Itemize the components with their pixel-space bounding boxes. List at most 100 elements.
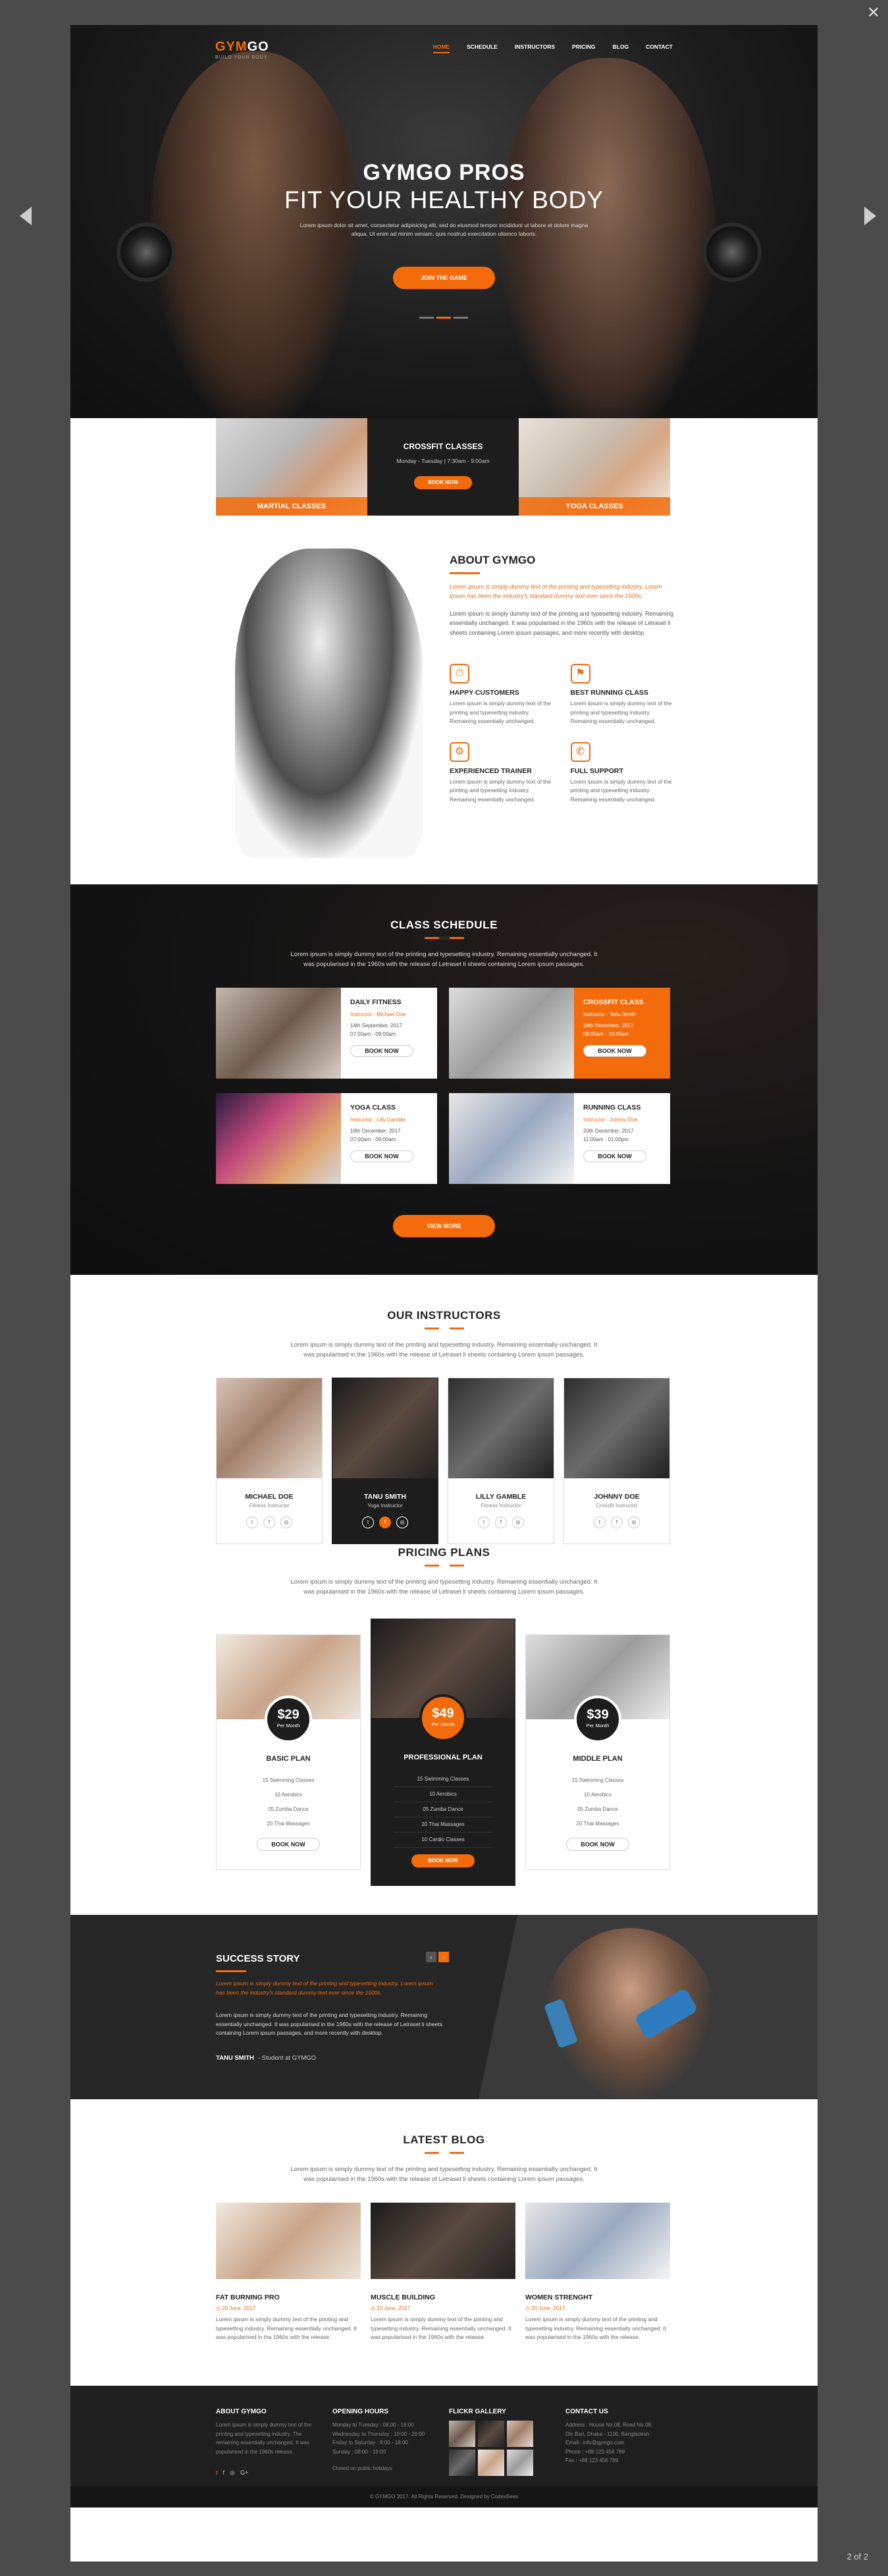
nav-pricing[interactable]: PRICING bbox=[572, 43, 595, 53]
hours-line bbox=[332, 2456, 438, 2464]
features-grid: ⏱ HAPPY CUSTOMERS Lorem ipsum is simply du… bbox=[450, 663, 677, 805]
plan-name: MIDDLE PLAN bbox=[573, 1755, 623, 1763]
slide-dot[interactable] bbox=[419, 317, 434, 319]
chevron-right-icon[interactable] bbox=[864, 207, 876, 225]
nav-schedule[interactable]: SCHEDULE bbox=[467, 43, 498, 53]
instructor-name: JOHNNY DOE bbox=[594, 1493, 640, 1501]
footer-contact: CONTACT US Address : House No.08, Road N… bbox=[565, 2408, 671, 2465]
blog-post-title[interactable]: FAT BURNING PRO bbox=[216, 2294, 361, 2301]
book-now-button[interactable]: BOOK NOW bbox=[583, 1045, 646, 1057]
twitter-icon[interactable]: t bbox=[246, 1516, 258, 1528]
schedule-desc: Lorem ipsum is simply dummy text of the … bbox=[290, 951, 598, 969]
hours-line: Sunday : 08:00 - 19:00 bbox=[332, 2448, 386, 2455]
footer-flickr-title: FLICKR GALLERY bbox=[449, 2408, 506, 2415]
blog-card[interactable]: FAT BURNING PRO ◷ 20 June, 2017 Lorem ipsu… bbox=[216, 2203, 361, 2342]
feature-happy-customers: ⏱ HAPPY CUSTOMERS Lorem ipsum is simply du… bbox=[450, 663, 556, 726]
blog-photo[interactable] bbox=[371, 2203, 515, 2279]
crossfit-book-button[interactable]: BOOK NOW bbox=[414, 476, 472, 489]
hero-title: GYMGO PROS bbox=[363, 160, 525, 185]
blog-post-title[interactable]: WOMEN STRENGHT bbox=[525, 2294, 670, 2301]
blog-date: ◷ 20 June, 2017 bbox=[371, 2305, 410, 2311]
plan-features: 15 Swimming Classes 10 Aerobics 05 Zumba D… bbox=[217, 1773, 360, 1831]
logo[interactable]: GYMGO bbox=[215, 40, 269, 55]
nav-instructors[interactable]: INSTRUCTORS bbox=[515, 43, 555, 53]
website-preview: GYMGO BUILD YOUR BODY HOME SCHEDULE INST… bbox=[70, 25, 818, 2562]
book-now-button[interactable]: BOOK NOW bbox=[411, 1854, 475, 1867]
footer-hours: OPENING HOURS Monday to Tuesday : 08:00 … bbox=[332, 2408, 438, 2473]
chevron-left-icon[interactable] bbox=[20, 207, 32, 225]
instagram-icon[interactable]: ◎ bbox=[512, 1516, 524, 1528]
footer-contact-list: Address : House No.08, Road No.08, Din Ba… bbox=[565, 2421, 671, 2465]
martial-classes-label: MARTIAL CLASSES bbox=[216, 497, 367, 516]
plan-features: 15 Swimming Classes 10 Aerobics 05 Zumba D… bbox=[526, 1773, 669, 1831]
yoga-classes-card[interactable]: YOGA CLASSES bbox=[519, 418, 670, 516]
instagram-icon[interactable]: ◎ bbox=[628, 1516, 640, 1528]
blog-photo[interactable] bbox=[216, 2203, 361, 2279]
plan-feature: 20 Thai Massages bbox=[394, 1817, 492, 1833]
flickr-thumb[interactable] bbox=[507, 2421, 533, 2447]
plan-feature: 10 Aerobics bbox=[584, 1792, 612, 1798]
flickr-thumb[interactable] bbox=[449, 2450, 475, 2476]
chevron-left-icon[interactable]: ‹ bbox=[426, 1952, 436, 1962]
facebook-icon[interactable]: f bbox=[611, 1516, 623, 1528]
book-now-button[interactable]: BOOK NOW bbox=[583, 1150, 646, 1162]
blog-excerpt: Lorem ipsum is simply dummy text of the … bbox=[371, 2316, 511, 2341]
footer-contact-title: CONTACT US bbox=[565, 2408, 608, 2415]
close-icon[interactable]: ✕ bbox=[867, 5, 880, 21]
blog-excerpt: Lorem ipsum is simply dummy text of the … bbox=[216, 2316, 357, 2341]
footer-about-desc: Lorem ipsum is simply dummy text of the … bbox=[216, 2422, 311, 2455]
plan-period: Per Month bbox=[586, 1723, 610, 1729]
facebook-icon[interactable]: f bbox=[223, 2469, 225, 2477]
martial-classes-card[interactable]: MARTIAL CLASSES bbox=[216, 418, 367, 516]
feature-desc: Lorem ipsum is simply dummy text of the … bbox=[450, 778, 551, 803]
nav-blog[interactable]: BLOG bbox=[613, 43, 629, 53]
facebook-icon[interactable]: f bbox=[263, 1516, 275, 1528]
flickr-thumb[interactable] bbox=[507, 2450, 533, 2476]
instagram-icon[interactable]: ◎ bbox=[396, 1516, 408, 1528]
instagram-icon[interactable]: ◎ bbox=[280, 1516, 292, 1528]
twitter-icon[interactable]: t bbox=[594, 1516, 606, 1528]
about-section: ABOUT GYMGO Lorem ipsum is simply dummy … bbox=[70, 516, 818, 884]
nav-contact[interactable]: CONTACT bbox=[646, 43, 673, 53]
book-now-button[interactable]: BOOK NOW bbox=[566, 1838, 629, 1851]
book-now-button[interactable]: BOOK NOW bbox=[350, 1150, 413, 1162]
book-now-button[interactable]: BOOK NOW bbox=[350, 1045, 413, 1057]
pricing-title: PRICING PLANS bbox=[398, 1546, 490, 1559]
flickr-thumb[interactable] bbox=[449, 2421, 475, 2447]
facebook-icon[interactable]: f bbox=[379, 1516, 391, 1528]
nav-home[interactable]: HOME bbox=[432, 43, 450, 53]
pricing-section: PRICING PLANS Lorem ipsum is simply dumm… bbox=[70, 1546, 818, 1915]
blog-card[interactable]: MUSCLE BUILDING ◷ 20 June, 2017 Lorem ipsu… bbox=[371, 2203, 515, 2342]
feature-title: FULL SUPPORT bbox=[570, 766, 623, 775]
class-title: RUNNING CLASS bbox=[583, 1104, 641, 1112]
blog-date-text: 20 June, 2017 bbox=[531, 2305, 565, 2311]
treadmill-icon: ⚑ bbox=[570, 663, 590, 684]
contact-line: Phone : +88 123 456 789 bbox=[565, 2448, 625, 2455]
schedule-section: CLASS SCHEDULE Lorem ipsum is simply dum… bbox=[70, 884, 818, 1275]
slide-dot-active[interactable] bbox=[436, 317, 451, 319]
instagram-icon[interactable]: ◎ bbox=[230, 2469, 235, 2477]
blog-post-title[interactable]: MUSCLE BUILDING bbox=[371, 2294, 515, 2301]
slide-dot[interactable] bbox=[454, 317, 468, 319]
price-badge: $49 Per Month bbox=[419, 1694, 467, 1742]
flickr-thumb[interactable] bbox=[478, 2421, 504, 2447]
plan-feature: 20 Thai Massages bbox=[576, 1821, 619, 1827]
blog-photo[interactable] bbox=[525, 2203, 670, 2279]
facebook-icon[interactable]: f bbox=[495, 1516, 507, 1528]
view-more-button[interactable]: VIEW MORE bbox=[393, 1215, 495, 1237]
class-title: DAILY FITNESS bbox=[350, 998, 402, 1006]
twitter-icon[interactable]: t bbox=[216, 2469, 218, 2477]
blog-card[interactable]: WOMEN STRENGHT ◷ 20 June, 2017 Lorem ipsum… bbox=[525, 2203, 670, 2342]
google-plus-icon[interactable]: G+ bbox=[240, 2469, 248, 2477]
twitter-icon[interactable]: t bbox=[478, 1516, 490, 1528]
instructor-card-active: TANU SMITH Yoga Instructor t f ◎ bbox=[332, 1378, 438, 1544]
title-underline bbox=[450, 572, 480, 574]
twitter-icon[interactable]: t bbox=[362, 1516, 374, 1528]
footer-social: t f ◎ G+ bbox=[216, 2469, 321, 2477]
instructors-grid: MICHAEL DOE Fitness Instructor t f ◎ TANU SM… bbox=[216, 1378, 670, 1544]
flickr-thumb[interactable] bbox=[478, 2450, 504, 2476]
chevron-right-icon[interactable]: › bbox=[438, 1952, 449, 1962]
book-now-button[interactable]: BOOK NOW bbox=[257, 1838, 320, 1851]
join-button[interactable]: JOIN THE GAME bbox=[393, 267, 495, 289]
slider-indicator[interactable] bbox=[419, 310, 472, 319]
